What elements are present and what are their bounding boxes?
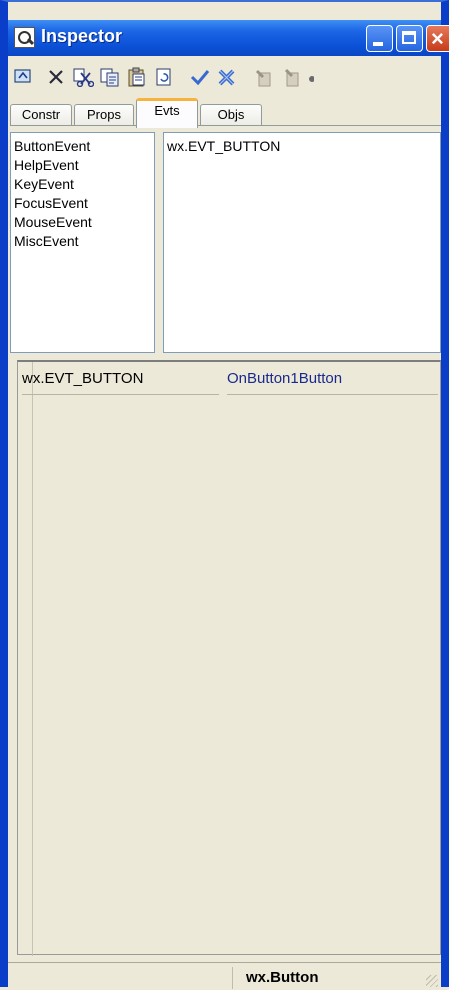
- grid-row-divider: [227, 394, 438, 395]
- list-item[interactable]: HelpEvent: [11, 156, 154, 175]
- list-item[interactable]: MiscEvent: [11, 232, 154, 251]
- grid-row-divider: [22, 394, 219, 395]
- list-item[interactable]: KeyEvent: [11, 175, 154, 194]
- list-item[interactable]: MouseEvent: [11, 213, 154, 232]
- tab-label: Constr: [21, 107, 61, 122]
- list-item-label: MouseEvent: [14, 214, 92, 230]
- close-button[interactable]: ×: [426, 25, 449, 52]
- maximize-icon: [402, 31, 416, 44]
- handler-method-name[interactable]: OnButton1Button: [227, 370, 342, 388]
- more-icon[interactable]: [306, 67, 314, 87]
- toolbar: [8, 60, 441, 94]
- resize-grip-icon[interactable]: [426, 975, 438, 987]
- tab-divider: [10, 125, 441, 126]
- event-handler-grid[interactable]: wx.EVT_BUTTON OnButton1Button: [17, 360, 441, 956]
- refresh-icon[interactable]: [153, 67, 175, 87]
- paste-icon[interactable]: [126, 67, 148, 87]
- tab-label: Props: [87, 107, 121, 122]
- handler-event-name[interactable]: wx.EVT_BUTTON: [22, 370, 143, 388]
- apply-icon[interactable]: [189, 67, 211, 87]
- list-item[interactable]: wx.EVT_BUTTON: [164, 137, 440, 156]
- list-item-label: KeyEvent: [14, 176, 74, 192]
- tab-constr[interactable]: Constr: [10, 104, 72, 126]
- list-item-label: HelpEvent: [14, 157, 79, 173]
- remove-icon[interactable]: [281, 67, 303, 87]
- minimize-button[interactable]: [366, 25, 393, 52]
- close-icon: ×: [431, 26, 444, 51]
- cancel-icon[interactable]: [216, 67, 238, 87]
- tab-label: Evts: [154, 103, 180, 118]
- list-item-label: MiscEvent: [14, 233, 79, 249]
- title-bar[interactable]: Inspector ×: [8, 20, 449, 56]
- tab-evts[interactable]: Evts: [136, 98, 198, 128]
- maximize-button[interactable]: [396, 25, 423, 52]
- list-item-label: ButtonEvent: [14, 138, 91, 154]
- inspector-window: Inspector × Constr Props Evts Objs Butto…: [0, 0, 449, 990]
- grid-margin: [18, 362, 33, 956]
- add-icon[interactable]: [253, 67, 275, 87]
- tab-props[interactable]: Props: [74, 104, 134, 126]
- window-title: Inspector: [41, 26, 123, 46]
- event-type-list[interactable]: wx.EVT_BUTTON: [163, 132, 441, 353]
- event-category-list[interactable]: ButtonEvent HelpEvent KeyEvent FocusEven…: [10, 132, 155, 353]
- list-item[interactable]: ButtonEvent: [11, 137, 154, 156]
- copy-icon[interactable]: [99, 67, 121, 87]
- status-bar: wx.Button: [8, 962, 441, 990]
- status-pane: [14, 967, 233, 989]
- cut-icon[interactable]: [72, 67, 95, 88]
- list-item-label: wx.EVT_BUTTON: [167, 138, 281, 154]
- inspector-icon: [14, 27, 35, 48]
- list-item-label: FocusEvent: [14, 195, 88, 211]
- status-class-name: wx.Button: [246, 969, 319, 986]
- up-icon[interactable]: [12, 67, 34, 87]
- delete-icon[interactable]: [45, 67, 67, 87]
- list-item[interactable]: FocusEvent: [11, 194, 154, 213]
- minimize-icon: [373, 42, 383, 46]
- tab-label: Objs: [217, 107, 245, 122]
- tab-objs[interactable]: Objs: [200, 104, 262, 126]
